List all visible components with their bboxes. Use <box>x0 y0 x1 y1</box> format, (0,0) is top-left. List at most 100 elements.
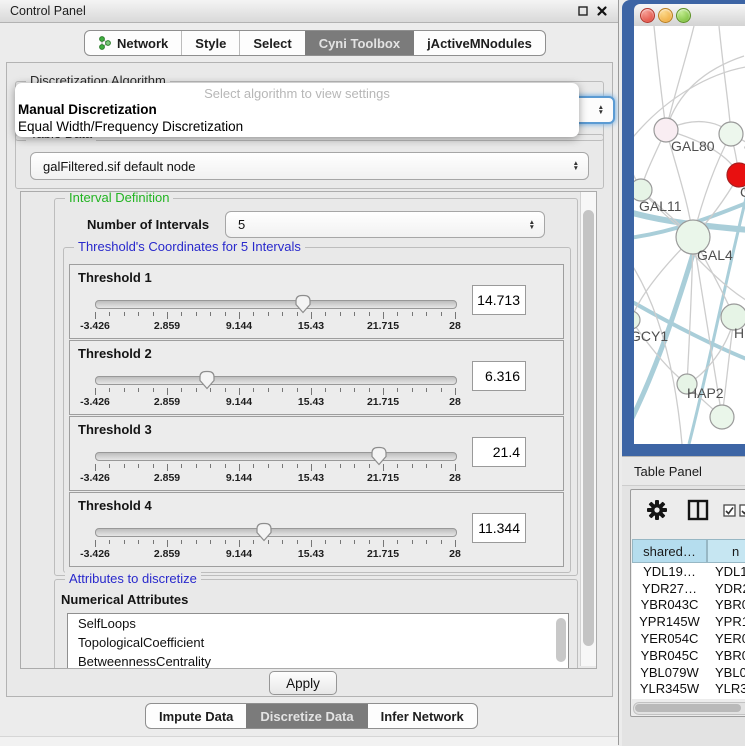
table-row[interactable]: YIL052CYIL0 <box>632 697 745 699</box>
slider-track[interactable] <box>95 452 457 461</box>
tab-infer-network[interactable]: Infer Network <box>367 704 477 728</box>
slider-thumb[interactable] <box>370 446 388 466</box>
slider-track[interactable] <box>95 300 457 309</box>
list-scrollbar[interactable] <box>556 616 567 669</box>
network-node[interactable] <box>719 122 743 146</box>
slider-thumb[interactable] <box>294 294 312 314</box>
combo-arrows-icon: ▲▼ <box>529 220 535 230</box>
tab-jactivemnodules[interactable]: jActiveMNodules <box>413 31 545 55</box>
checkbox-icon[interactable] <box>739 504 745 517</box>
slider-track[interactable] <box>95 376 457 385</box>
network-node[interactable] <box>634 311 640 329</box>
threshold-value-field[interactable]: 21.4 <box>472 437 526 467</box>
threshold-value-field[interactable]: 6.316 <box>472 361 526 391</box>
network-node-label: GAL80 <box>671 138 715 154</box>
threshold-slider[interactable] <box>95 447 455 463</box>
table-row[interactable]: YBR045CYBR0 <box>632 647 745 664</box>
table-panel-window: Table Panel <box>622 456 745 746</box>
network-node[interactable] <box>710 405 734 429</box>
network-node-label: GAL11 <box>639 198 682 214</box>
tab-network[interactable]: Network <box>85 31 181 55</box>
tab-label: Cyni Toolbox <box>319 36 400 51</box>
slider-thumb[interactable] <box>255 522 273 542</box>
table-hscrollbar-thumb[interactable] <box>635 704 741 712</box>
table-hscrollbar[interactable] <box>633 702 745 715</box>
slider-ticks <box>95 464 455 472</box>
table-row[interactable]: YPR145WYPR1 <box>632 613 745 630</box>
table-row[interactable]: YBR043CYBR0 <box>632 597 745 614</box>
slider-track[interactable] <box>95 528 457 537</box>
zoom-traffic-light-icon[interactable] <box>676 8 691 23</box>
threshold-box-4: Threshold 4-3.4262.8599.14415.4321.71528… <box>69 492 564 567</box>
threshold-value-field[interactable]: 11.344 <box>472 513 526 543</box>
threshold-coordinates-group: Threshold's Coordinates for 5 Intervals … <box>63 247 571 573</box>
number-of-intervals-combobox[interactable]: 5 ▲▼ <box>225 211 545 238</box>
table-data-group: Table Data galFiltered.sif default node … <box>15 134 604 189</box>
numerical-attributes-list[interactable]: SelfLoopsTopologicalCoefficientBetweenne… <box>67 613 569 669</box>
table-row[interactable]: YBL079WYBL0 <box>632 664 745 681</box>
dropdown-option-manual[interactable]: Manual Discretization <box>18 102 157 117</box>
slider-scale-labels: -3.4262.8599.14415.4321.71528 <box>95 472 455 485</box>
close-traffic-light-icon[interactable] <box>640 8 655 23</box>
table-data-combobox[interactable]: galFiltered.sif default node ▲▼ <box>30 152 589 180</box>
tab-select[interactable]: Select <box>239 31 304 55</box>
panel-scrollbar-thumb[interactable] <box>583 210 594 646</box>
attribute-list-item[interactable]: BetweennessCentrality <box>68 652 568 669</box>
threshold-value-field[interactable]: 14.713 <box>472 285 526 315</box>
tab-label: Select <box>253 36 291 51</box>
tab-discretize-data[interactable]: Discretize Data <box>246 704 366 728</box>
checkbox-icon[interactable] <box>723 504 736 517</box>
threshold-coordinates-title: Threshold's Coordinates for 5 Intervals <box>74 239 305 254</box>
table-row[interactable]: YDL19…YDL1 <box>632 563 745 580</box>
table-toolbar <box>631 490 745 539</box>
settings-scrollpane: Interval Definition Number of Intervals … <box>20 191 597 669</box>
tab-label: Discretize Data <box>260 709 353 724</box>
table-row[interactable]: YDR27…YDR2 <box>632 580 745 597</box>
slider-scale-labels: -3.4262.8599.14415.4321.71528 <box>95 320 455 333</box>
column-header-shared-name[interactable]: shared… <box>632 539 707 563</box>
table-row[interactable]: YER054CYER0 <box>632 630 745 647</box>
attribute-list-item[interactable]: TopologicalCoefficient <box>68 633 568 652</box>
threshold-box-1: Threshold 1-3.4262.8599.14415.4321.71528… <box>69 264 564 339</box>
list-scrollbar-thumb[interactable] <box>556 618 566 662</box>
cell-shared-name: YBR045C <box>632 648 707 663</box>
threshold-label: Threshold 3 <box>78 422 152 437</box>
numerical-attributes-label: Numerical Attributes <box>61 592 188 607</box>
cell-shared-name: YER054C <box>632 631 707 646</box>
slider-ticks <box>95 540 455 548</box>
cell-shared-name: YIL052C <box>632 698 707 699</box>
float-window-icon[interactable] <box>576 4 590 18</box>
tab-label: Style <box>195 36 226 51</box>
panel-scrollbar[interactable] <box>580 192 596 666</box>
split-columns-icon[interactable] <box>687 499 709 521</box>
network-canvas[interactable]: GAL80GCGAL11GAL4GCY1HHAP2 <box>634 26 745 444</box>
network-view-window: GAL80GCGAL11GAL4GCY1HHAP2 <box>622 0 745 456</box>
minimize-traffic-light-icon[interactable] <box>658 8 673 23</box>
close-icon[interactable] <box>595 4 609 18</box>
threshold-box-3: Threshold 3 -3.4262.8599.14415.4321.71528… <box>69 416 564 491</box>
cyni-toolbox-panel: Discretization Algorithm ▲▼ Select algor… <box>6 62 613 697</box>
dropdown-prompt-item[interactable]: Select algorithm to view settings <box>15 86 579 101</box>
attribute-list-item[interactable]: SelfLoops <box>68 614 568 633</box>
tab-cyni-toolbox[interactable]: Cyni Toolbox <box>305 31 413 55</box>
dropdown-option-equal-width[interactable]: Equal Width/Frequency Discretization <box>18 119 243 134</box>
cell-shared-name: YLR345W <box>632 681 707 696</box>
network-node-label: C <box>740 184 745 200</box>
cell-shared-name: YBR043C <box>632 597 707 612</box>
network-view-titlebar[interactable] <box>634 4 745 27</box>
column-header-name[interactable]: n <box>707 539 745 563</box>
network-icon <box>98 35 112 51</box>
tab-impute-data[interactable]: Impute Data <box>146 704 246 728</box>
slider-thumb[interactable] <box>198 370 216 390</box>
threshold-slider[interactable] <box>95 295 455 311</box>
gear-icon[interactable] <box>645 498 669 522</box>
cell-name: YBR0 <box>707 597 745 612</box>
tab-label: Impute Data <box>159 709 233 724</box>
tab-label: jActiveMNodules <box>427 36 532 51</box>
cyni-mode-tabbar: Impute Data Discretize Data Infer Network <box>145 703 478 729</box>
threshold-slider[interactable] <box>95 523 455 539</box>
table-row[interactable]: YLR345WYLR3 <box>632 681 745 698</box>
threshold-slider[interactable] <box>95 371 455 387</box>
apply-button[interactable]: Apply <box>269 671 337 695</box>
tab-style[interactable]: Style <box>181 31 239 55</box>
